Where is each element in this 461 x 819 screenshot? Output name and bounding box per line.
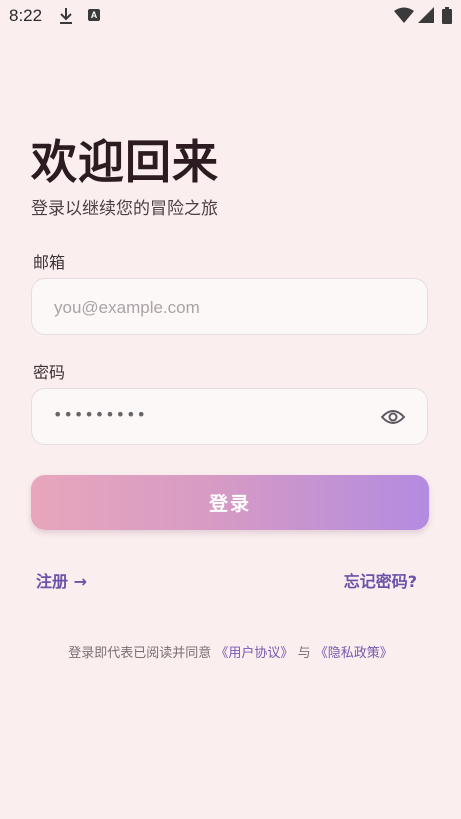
email-field-container[interactable] — [31, 278, 428, 336]
agreement-footer: 登录即代表已阅读并同意 《用户协议》 与 《隐私政策》 — [0, 642, 461, 661]
password-field[interactable]: ••••••••• — [31, 388, 428, 445]
battery-icon — [442, 7, 452, 24]
status-bar: 8:22 A — [0, 0, 461, 32]
footer-and: 与 — [297, 646, 311, 661]
forgot-password-link[interactable]: 忘记密码? — [344, 568, 417, 592]
password-label: 密码 — [33, 363, 66, 382]
footer-prefix: 登录即代表已阅读并同意 — [68, 646, 212, 661]
download-icon — [60, 8, 72, 24]
user-agreement-link[interactable]: 《用户协议》 — [215, 646, 293, 661]
page-subtitle: 登录以继续您的冒险之旅 — [31, 199, 218, 219]
email-field[interactable] — [52, 279, 386, 336]
eye-icon[interactable] — [381, 407, 405, 427]
password-masked-value: ••••••••• — [53, 405, 147, 424]
register-link[interactable]: 注册 → — [36, 568, 87, 592]
privacy-policy-link[interactable]: 《隐私政策》 — [315, 646, 393, 661]
email-label: 邮箱 — [33, 253, 66, 272]
wifi-icon — [394, 7, 414, 23]
status-time: 8:22 — [9, 6, 43, 25]
a-badge-icon: A — [88, 9, 100, 21]
login-button[interactable]: 登录 — [31, 475, 429, 530]
signal-icon — [418, 7, 434, 23]
page-title: 欢迎回来 — [31, 135, 219, 189]
